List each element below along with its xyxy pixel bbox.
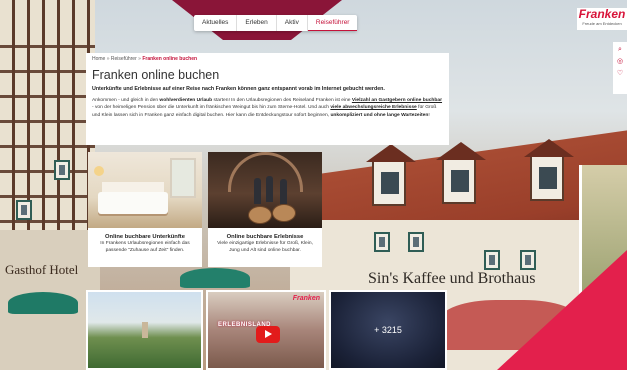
landscape-photo[interactable]	[86, 290, 203, 370]
wine-barrel	[248, 206, 272, 224]
content-card: Home » Reiseführer » Franken online buch…	[86, 53, 449, 145]
breadcrumb-separator: »	[138, 56, 141, 62]
logo-brand: Franken	[578, 7, 626, 21]
search-icon[interactable]: ⌕	[618, 46, 622, 54]
window	[16, 200, 32, 220]
body-text-bold: unkompliziert und ohne lange Wartezeiten	[330, 112, 429, 118]
nav-item-reisefuehrer[interactable]: Reiseführer	[307, 15, 358, 31]
page-title: Franken online buchen	[92, 68, 220, 82]
main-nav: Aktuelles Erleben Aktiv Reiseführer	[194, 15, 358, 31]
breadcrumb-parent[interactable]: Reiseführer	[111, 56, 137, 62]
body-text-part: - von der heimeligen Pension über die Un…	[92, 105, 331, 111]
breadcrumb-home[interactable]: Home	[92, 56, 105, 62]
lead-text: Unterkünfte und Erlebnisse auf einer Rei…	[92, 86, 385, 92]
green-umbrella	[8, 292, 78, 314]
video-thumbnail[interactable]: Franken ERLEBNISLAND	[206, 290, 326, 370]
erlebnisse-link[interactable]: viele abwechslungsreiche Erlebnisse	[330, 105, 416, 110]
breadcrumb-separator: »	[106, 56, 110, 62]
body-text-bold: wohlverdienten Urlaub	[159, 98, 213, 103]
dormer-window	[524, 139, 574, 201]
franken-logo[interactable]: Franken Freude am Entdecken	[577, 8, 627, 30]
video-logo: Franken	[292, 295, 320, 302]
page: Gasthof Hotel Sin's Kaffee und Brothaus …	[0, 0, 627, 370]
wine-barrel	[272, 204, 296, 222]
gastgeber-link[interactable]: Vielzahl an Gastgebern online buchbar	[352, 98, 442, 103]
logo-tagline: Freude am Entdecken	[582, 21, 622, 26]
tile-erlebnisse[interactable]: Online buchbare Erlebnisse Viele einziga…	[208, 152, 322, 267]
bed	[98, 192, 168, 214]
gasthof-sign: Gasthof Hotel	[5, 262, 79, 277]
window	[374, 232, 390, 252]
breadcrumb-current: Franken online buchen	[142, 56, 198, 62]
nav-item-aktuelles[interactable]: Aktuelles	[194, 15, 238, 31]
play-icon[interactable]	[256, 326, 280, 343]
nav-item-aktiv[interactable]: Aktiv	[277, 15, 308, 31]
room-lamp	[94, 166, 104, 176]
tile-title: Online buchbare Erlebnisse	[226, 234, 304, 240]
person	[266, 176, 273, 202]
side-toolbar: ⌕ ◎ ♡	[613, 42, 627, 94]
window	[54, 160, 70, 180]
tile-text: Viele einzigartige Erlebnisse für Groß, …	[217, 241, 313, 253]
room-window	[170, 158, 196, 198]
person	[280, 179, 287, 205]
tile-text: In Frankens Urlaubsregionen einfach das …	[100, 241, 190, 253]
window	[520, 250, 536, 270]
brothaus-sign: Sin's Kaffee und Brothaus	[368, 270, 536, 287]
body-text-part: !	[428, 112, 430, 118]
window	[408, 232, 424, 252]
location-icon[interactable]: ◎	[617, 58, 623, 66]
tile-unterkuenfte[interactable]: Online buchbare Unterkünfte In Frankens …	[88, 152, 202, 267]
person	[254, 178, 261, 204]
dormer-window	[436, 142, 486, 204]
heart-icon[interactable]: ♡	[617, 70, 623, 78]
tower	[142, 322, 148, 338]
body-text-part: Ankommen - und gleich in den	[92, 98, 160, 103]
green-umbrella	[180, 268, 250, 288]
tile-title: Online buchbare Unterkünfte	[105, 234, 185, 240]
window	[484, 250, 500, 270]
wine-cellar-image	[208, 152, 322, 228]
gallery-tile[interactable]: + 3215	[329, 290, 447, 370]
nav-item-erleben[interactable]: Erleben	[237, 15, 277, 31]
body-text: Ankommen - und gleich in den wohlverdien…	[92, 97, 443, 119]
body-text-part: starten! In den Urlaubsregionen des Reis…	[212, 98, 352, 103]
gallery-count: + 3215	[374, 325, 402, 335]
hotel-room-image	[88, 152, 202, 228]
dormer-window	[366, 144, 416, 206]
breadcrumb: Home » Reiseführer » Franken online buch…	[92, 56, 443, 64]
